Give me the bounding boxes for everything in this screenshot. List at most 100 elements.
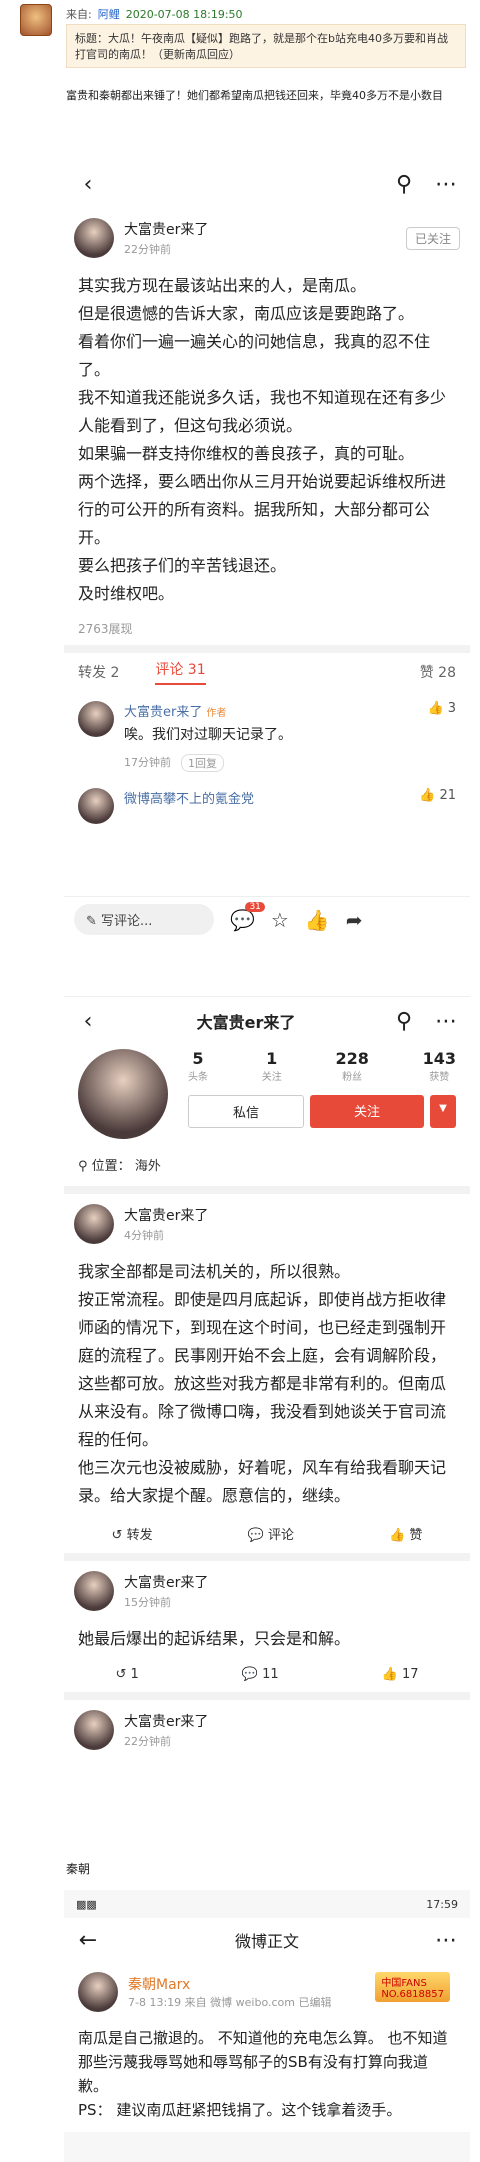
from-label: 来自:	[66, 8, 92, 21]
author-link[interactable]: 阿鲤	[98, 8, 120, 21]
star-icon[interactable]: ☆	[271, 908, 289, 932]
stat-label: 粉丝	[342, 1072, 363, 1083]
post-time: 4分钟前	[124, 1229, 164, 1242]
search-icon[interactable]: ⚲	[390, 170, 418, 198]
message-button[interactable]: 私信	[188, 1095, 304, 1128]
comment-button[interactable]: 💬 评论	[248, 1524, 294, 1543]
post-line: 其实我方现在最该站出来的人，是南瓜。	[78, 276, 367, 295]
post-line: 两个选择，要么晒出你从三月开始说要起诉维权所进行的可公开的所有资料。据我所知，大…	[78, 472, 447, 547]
post-author-row: 大富贵er来了 22分钟前 已关注	[64, 208, 470, 268]
post-author-row: 大富贵er来了 4分钟前	[64, 1194, 470, 1254]
thumbs-up-icon: 👍	[427, 701, 444, 716]
stat-label: 关注	[261, 1072, 282, 1083]
repost-button[interactable]: ↺ 转发	[112, 1524, 153, 1543]
comment-like-button[interactable]: 👍 21	[419, 788, 456, 824]
dropdown-icon[interactable]: ▼	[430, 1095, 456, 1128]
comment-text: 唉。我们对过聊天记录了。	[124, 727, 292, 743]
like-count: 3	[447, 701, 456, 716]
user-name[interactable]: 大富贵er来了	[124, 1205, 460, 1225]
profile-title: 大富贵er来了	[196, 1013, 296, 1032]
profile-avatar[interactable]	[78, 1049, 168, 1139]
more-icon[interactable]: ⋯	[432, 1926, 460, 1954]
repost-count: 1	[130, 1667, 139, 1682]
stat-fans[interactable]: 228 粉丝	[335, 1049, 368, 1083]
bottom-action-bar: ✎ 写评论... 💬 31 ☆ 👍 ➦	[64, 896, 470, 942]
profile-header: 5 头条 1 关注 228 粉丝 143 获赞 私信 关注 ▼	[64, 1045, 470, 1143]
thumbs-up-icon: 👍	[389, 1528, 406, 1543]
author-tag: 作者	[206, 708, 227, 719]
stat-label: 获赞	[429, 1072, 450, 1083]
avatar[interactable]	[74, 1710, 114, 1750]
stat-headlines[interactable]: 5 头条	[188, 1049, 208, 1083]
like-button[interactable]: 👍 赞	[389, 1524, 422, 1543]
screenshot-profile: ‹ 大富贵er来了 ⚲ ⋯ 5 头条 1 关注 228 粉丝 143 获赞 私信 关注 …	[64, 996, 470, 1806]
more-icon[interactable]: ⋯	[432, 1007, 460, 1035]
post-line: 看着你们一遍一遍关心的问她信息，我真的忍不住了。	[78, 332, 431, 379]
avatar[interactable]	[74, 218, 114, 258]
user-name[interactable]: 大富贵er来了	[124, 1711, 460, 1731]
quote-box: 标题：大瓜！午夜南瓜【疑似】跑路了，就是那个在b站充电40多万要和肖战打官司的南…	[66, 24, 466, 68]
repost-icon: ↺	[111, 1528, 123, 1543]
write-comment-placeholder: 写评论...	[101, 914, 153, 929]
repost-icon: ↺	[115, 1667, 127, 1682]
comment-like-button[interactable]: 👍 3	[428, 701, 456, 772]
post-meta: 来自: 阿鲤 2020-07-08 18:19:50	[66, 6, 243, 22]
post-author-row: 秦朝Marx 7-8 13:19 来自 微博 weibo.com 已编辑 中国F…	[64, 1962, 470, 2022]
post-actions: ↺ 1 💬 11 👍 17	[64, 1657, 470, 1700]
post-body: 我家全部都是司法机关的，所以很熟。 按正常流程。即使是四月底起诉，即使肖战方拒收…	[64, 1254, 470, 1514]
back-icon[interactable]: ‹	[74, 1007, 102, 1035]
follow-button[interactable]: 关注	[310, 1095, 424, 1128]
reply-count-chip[interactable]: 1回复	[181, 754, 224, 772]
like-button[interactable]: 👍 17	[382, 1667, 419, 1682]
author-avatar[interactable]	[20, 4, 52, 36]
avatar[interactable]	[78, 1972, 118, 2012]
post-line: 我家全部都是司法机关的，所以很熟。	[78, 1262, 351, 1281]
comment-author[interactable]: 大富贵er来了	[124, 705, 202, 720]
avatar[interactable]	[74, 1571, 114, 1611]
tab-repost[interactable]: 转发 2	[78, 662, 119, 682]
post-time: 22分钟前	[124, 243, 171, 256]
comment-button[interactable]: 💬 11	[242, 1667, 279, 1682]
stat-label: 头条	[188, 1072, 208, 1083]
share-icon[interactable]: ➦	[346, 908, 363, 932]
comment-count: 11	[262, 1667, 279, 1682]
post-line: 他三次元也没被威胁，好着呢，风车有给我看聊天记录。给大家提个醒。愿意信的，继续。	[78, 1458, 447, 1505]
stat-number: 143	[422, 1049, 456, 1068]
user-name[interactable]: 大富贵er来了	[124, 1572, 460, 1592]
location-pin-icon: ⚲	[78, 1159, 88, 1174]
fans-badge-title: 中国FANS	[381, 1978, 427, 1989]
screenshot-post-detail: ‹ ⚲ ⋯ 大富贵er来了 22分钟前 已关注 其实我方现在最该站出来的人，是南…	[64, 160, 470, 942]
stat-number: 228	[335, 1049, 369, 1068]
stat-following[interactable]: 1 关注	[262, 1049, 282, 1083]
write-comment-input[interactable]: ✎ 写评论...	[74, 904, 214, 935]
post-body: 其实我方现在最该站出来的人，是南瓜。 但是很遗憾的告诉大家，南瓜应该是要跑路了。…	[64, 268, 470, 612]
user-name[interactable]: 大富贵er来了	[124, 219, 406, 239]
tab-like[interactable]: 赞 28	[420, 662, 456, 682]
forum-post-header: 来自: 阿鲤 2020-07-08 18:19:50 标题：大瓜！午夜南瓜【疑似】跑…	[0, 0, 480, 92]
stat-likes[interactable]: 143 获赞	[423, 1049, 456, 1083]
post-time: 15分钟前	[124, 1596, 171, 1609]
nav-bar: ← 微博正文 ⋯	[64, 1918, 470, 1962]
tab-comment[interactable]: 评论 31	[155, 659, 206, 685]
comment-author[interactable]: 微博高攀不上的氪金党	[124, 788, 419, 807]
stat-number: 5	[192, 1049, 204, 1068]
comment-icon[interactable]: 💬 31	[230, 901, 265, 932]
followed-button[interactable]: 已关注	[405, 226, 460, 250]
post-body: 她最后爆出的起诉结果，只会是和解。	[78, 1629, 351, 1648]
read-count: 2763展现	[78, 622, 133, 636]
status-time: 17:59	[426, 1897, 458, 1911]
post-line: 如果骗一群支持你维权的善良孩子，真的可耻。	[78, 444, 415, 463]
fans-badge: 中国FANS NO.6818857	[375, 1972, 450, 2002]
back-arrow-icon[interactable]: ←	[74, 1926, 102, 1954]
avatar[interactable]	[78, 701, 114, 737]
more-icon[interactable]: ⋯	[432, 170, 460, 198]
avatar[interactable]	[78, 788, 114, 824]
thumbs-up-icon[interactable]: 👍	[305, 908, 330, 932]
back-icon[interactable]: ‹	[74, 170, 102, 198]
repost-label: 转发	[126, 1528, 153, 1543]
avatar[interactable]	[74, 1204, 114, 1244]
stat-number: 1	[266, 1049, 278, 1068]
repost-button[interactable]: ↺ 1	[115, 1667, 138, 1682]
post-line: PS： 建议南瓜赶紧把钱捐了。这个钱拿着烫手。	[78, 2101, 402, 2119]
search-icon[interactable]: ⚲	[390, 1007, 418, 1035]
